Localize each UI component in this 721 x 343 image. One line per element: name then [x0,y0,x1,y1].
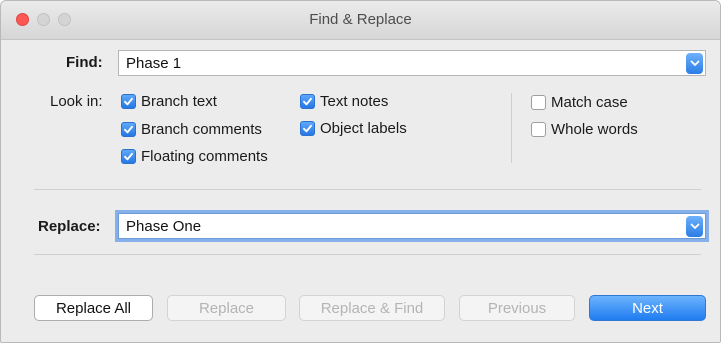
checkbox-checked-icon[interactable] [121,94,136,109]
look-in-label: Look in: [50,93,103,110]
next-button[interactable]: Next [589,295,706,321]
checkbox-label: Branch comments [141,121,262,138]
checkbox-unchecked-icon[interactable] [531,122,546,137]
replace-dropdown-button[interactable] [686,216,703,237]
checkbox-object-labels[interactable]: Object labels [300,120,407,137]
checkbox-label: Floating comments [141,148,268,165]
checkbox-branch-text[interactable]: Branch text [121,93,217,110]
checkbox-text-notes[interactable]: Text notes [300,93,388,110]
chevron-down-icon [690,223,699,229]
checkbox-label: Text notes [320,93,389,110]
checkbox-floating-comments[interactable]: Floating comments [121,148,268,165]
chevron-down-icon [690,60,699,66]
checkbox-checked-icon[interactable] [121,149,136,164]
checkbox-checked-icon[interactable] [121,122,136,137]
section-divider [34,189,701,190]
find-replace-dialog: Find & Replace Find: Phase 1 Look in: Br… [0,0,721,343]
checkbox-whole-words[interactable]: Whole words [531,121,638,138]
replace-field-value[interactable]: Phase One [126,218,201,235]
find-field-value[interactable]: Phase 1 [126,55,181,72]
checkbox-branch-comments[interactable]: Branch comments [121,121,262,138]
options-divider [511,93,512,163]
checkbox-match-case[interactable]: Match case [531,94,628,111]
find-combobox[interactable]: Phase 1 [118,50,706,76]
checkbox-checked-icon[interactable] [300,94,315,109]
title-bar: Find & Replace [1,1,720,40]
replace-button[interactable]: Replace [167,295,286,321]
checkbox-label: Whole words [551,121,638,138]
replace-all-button[interactable]: Replace All [34,295,153,321]
window-title: Find & Replace [309,11,412,28]
find-label: Find: [66,54,103,71]
checkbox-label: Match case [551,94,628,111]
replace-and-find-button[interactable]: Replace & Find [299,295,445,321]
checkbox-checked-icon[interactable] [300,121,315,136]
previous-button[interactable]: Previous [459,295,575,321]
find-dropdown-button[interactable] [686,53,703,74]
checkbox-label: Branch text [141,93,217,110]
section-divider [34,254,701,255]
checkbox-unchecked-icon[interactable] [531,95,546,110]
replace-combobox[interactable]: Phase One [115,210,709,242]
checkbox-label: Object labels [320,120,407,137]
replace-label: Replace: [38,218,101,235]
